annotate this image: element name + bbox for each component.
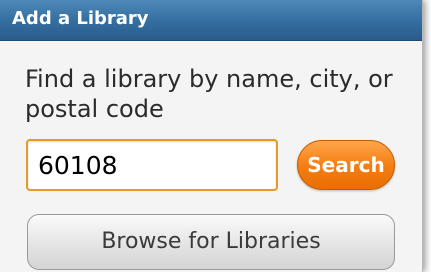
dialog-titlebar: Add a Library [0, 0, 422, 41]
add-library-dialog: Add a Library Find a library by name, ci… [0, 0, 423, 272]
search-button[interactable]: Search [297, 140, 395, 190]
search-prompt: Find a library by name, city, or postal … [25, 65, 393, 123]
library-search-input[interactable] [26, 139, 278, 191]
dialog-title: Add a Library [12, 8, 149, 29]
browse-libraries-button[interactable]: Browse for Libraries [27, 214, 395, 270]
